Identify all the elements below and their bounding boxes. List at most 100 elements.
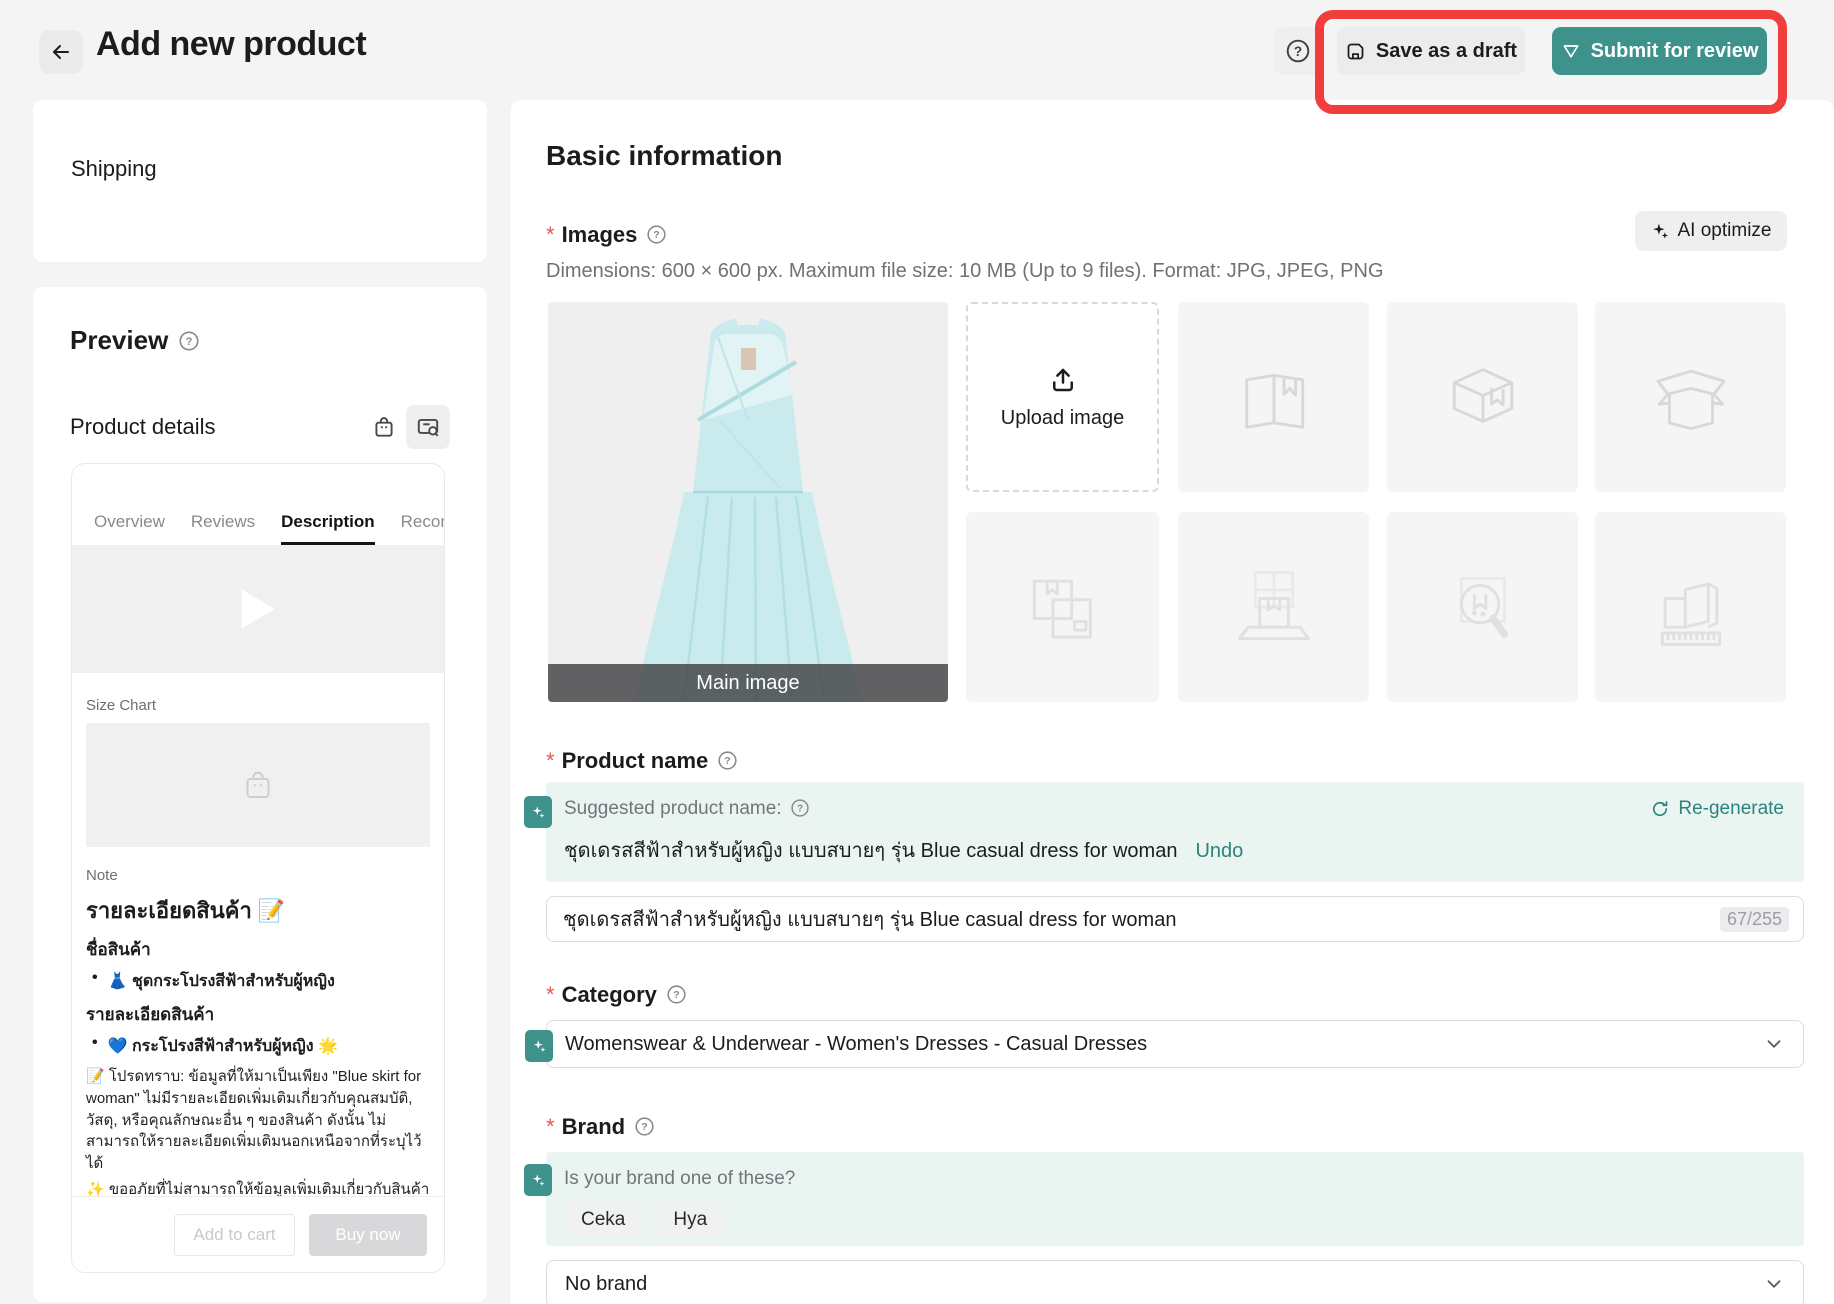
product-name-input[interactable]: ชุดเดรสสีฟ้าสำหรับผู้หญิง แบบสบายๆ รุ่น … bbox=[546, 896, 1804, 942]
ai-sparkle-badge bbox=[524, 796, 552, 828]
shipping-card: Shipping bbox=[33, 100, 487, 262]
size-chart-placeholder bbox=[86, 723, 430, 847]
suggested-name-panel: Suggested product name: ? Re-generate ชุ… bbox=[546, 782, 1804, 882]
submit-for-review-button[interactable]: Submit for review bbox=[1552, 27, 1767, 75]
help-circle-icon[interactable]: ? bbox=[717, 750, 739, 772]
undo-link[interactable]: Undo bbox=[1195, 840, 1243, 863]
details-preview-button[interactable] bbox=[406, 405, 450, 449]
shopping-bag-icon bbox=[240, 767, 276, 803]
note-subheading: ชื่อสินค้า bbox=[86, 936, 430, 963]
card-magnifier-icon bbox=[415, 414, 441, 440]
svg-text:?: ? bbox=[673, 989, 679, 1001]
image-slot-placeholder[interactable] bbox=[1595, 302, 1786, 492]
brand-field-label: * Brand ? bbox=[546, 1114, 656, 1140]
upload-image-tile[interactable]: Upload image bbox=[966, 302, 1159, 492]
svg-text:?: ? bbox=[641, 1121, 647, 1133]
image-slot-placeholder[interactable] bbox=[1387, 512, 1578, 702]
product-preview-phone: Overview Reviews Description Recommen Si… bbox=[71, 463, 445, 1273]
svg-text:?: ? bbox=[797, 804, 803, 815]
chevron-down-icon bbox=[1763, 1033, 1785, 1055]
help-circle-icon[interactable]: ? bbox=[666, 984, 688, 1006]
section-title: Basic information bbox=[546, 140, 782, 172]
box-magnifier-icon bbox=[1437, 561, 1529, 653]
page-title: Add new product bbox=[96, 25, 366, 64]
buy-now-button[interactable]: Buy now bbox=[309, 1214, 427, 1256]
svg-text:?: ? bbox=[654, 229, 660, 241]
preview-footer: Add to cart Buy now bbox=[72, 1196, 444, 1272]
preview-card: Preview ? Product details Overview Revie… bbox=[33, 287, 487, 1302]
suggested-name-value: ชุดเดรสสีฟ้าสำหรับผู้หญิง แบบสบายๆ รุ่น … bbox=[564, 834, 1177, 866]
ai-sparkle-badge bbox=[524, 1164, 552, 1196]
tab-reviews[interactable]: Reviews bbox=[191, 512, 255, 545]
note-subheading: รายละเอียดสินค้า bbox=[86, 1001, 430, 1028]
tab-overview[interactable]: Overview bbox=[94, 512, 165, 545]
char-counter: 67/255 bbox=[1720, 907, 1789, 932]
chevron-down-icon bbox=[1763, 1273, 1785, 1295]
help-circle-icon[interactable]: ? bbox=[178, 330, 200, 352]
help-circle-icon[interactable]: ? bbox=[646, 224, 668, 246]
svg-text:?: ? bbox=[725, 755, 731, 767]
shipping-section-title: Shipping bbox=[71, 156, 157, 182]
brand-chip[interactable]: Hya bbox=[656, 1202, 724, 1238]
image-slot-placeholder[interactable] bbox=[1178, 512, 1369, 702]
brand-chip[interactable]: Ceka bbox=[564, 1202, 642, 1238]
back-arrow-icon bbox=[49, 40, 73, 64]
product-details-title: Product details bbox=[70, 414, 362, 440]
box-on-stand-icon bbox=[1228, 561, 1320, 653]
bag-preview-button[interactable] bbox=[362, 405, 406, 449]
ai-sparkle-icon bbox=[1651, 222, 1670, 241]
refresh-icon bbox=[1650, 799, 1670, 819]
main-product-image[interactable]: Main image bbox=[548, 302, 948, 702]
svg-text:?: ? bbox=[1294, 44, 1302, 59]
tab-recommend[interactable]: Recommen bbox=[401, 512, 444, 545]
category-select[interactable]: Womenswear & Underwear - Women's Dresses… bbox=[546, 1020, 1804, 1068]
note-paragraph: 📝 โปรดทราบ: ข้อมูลที่ให้มาเป็นเพียง "Blu… bbox=[86, 1066, 430, 1175]
add-to-cart-button[interactable]: Add to cart bbox=[174, 1214, 295, 1256]
box-open-icon bbox=[1645, 351, 1737, 443]
brand-question: Is your brand one of these? bbox=[546, 1152, 1804, 1190]
size-chart-label: Size Chart bbox=[86, 697, 430, 714]
image-slot-placeholder[interactable] bbox=[1178, 302, 1369, 492]
blue-dress-image bbox=[548, 302, 948, 702]
preview-video-player[interactable] bbox=[72, 545, 444, 673]
back-button[interactable] bbox=[39, 30, 83, 74]
upload-icon bbox=[1048, 365, 1078, 395]
brand-select[interactable]: No brand bbox=[546, 1260, 1804, 1304]
help-circle-icon[interactable]: ? bbox=[790, 798, 812, 820]
help-circle-icon[interactable]: ? bbox=[634, 1116, 656, 1138]
brand-suggestion-panel: Is your brand one of these? Ceka Hya bbox=[546, 1152, 1804, 1246]
svg-text:?: ? bbox=[186, 335, 193, 347]
boxes-ruler-icon bbox=[1645, 561, 1737, 653]
note-label: Note bbox=[86, 867, 430, 884]
tab-description[interactable]: Description bbox=[281, 512, 375, 545]
nabla-submit-icon bbox=[1561, 41, 1581, 61]
ai-optimize-button[interactable]: AI optimize bbox=[1635, 211, 1787, 251]
image-slot-placeholder[interactable] bbox=[1595, 512, 1786, 702]
help-button[interactable]: ? bbox=[1274, 27, 1322, 75]
regenerate-button[interactable]: Re-generate bbox=[1650, 798, 1784, 820]
note-bullet-item: • 💙 กระโปรงสีฟ้าสำหรับผู้หญิง 🌟 bbox=[86, 1034, 430, 1059]
box-3d-icon bbox=[1437, 351, 1529, 443]
upload-image-label: Upload image bbox=[1001, 407, 1124, 430]
images-field-label: * Images ? bbox=[546, 222, 668, 248]
packages-icon bbox=[1017, 561, 1109, 653]
category-field-label: * Category ? bbox=[546, 982, 688, 1008]
play-icon bbox=[238, 587, 278, 631]
brand-value: No brand bbox=[565, 1273, 1763, 1296]
box-front-icon bbox=[1228, 351, 1320, 443]
save-as-draft-button[interactable]: Save as a draft bbox=[1337, 27, 1525, 75]
note-heading: รายละเอียดสินค้า 📝 bbox=[86, 893, 430, 928]
note-bullet-item: • 👗 ชุดกระโปรงสีฟ้าสำหรับผู้หญิง bbox=[86, 969, 430, 994]
product-name-field-label: * Product name ? bbox=[546, 748, 739, 774]
image-dimensions-note: Dimensions: 600 × 600 px. Maximum file s… bbox=[546, 260, 1384, 283]
ai-sparkle-badge bbox=[525, 1030, 553, 1062]
preview-tabs: Overview Reviews Description Recommen bbox=[72, 464, 444, 545]
main-image-badge: Main image bbox=[548, 664, 948, 702]
image-slot-placeholder[interactable] bbox=[1387, 302, 1578, 492]
basic-information-card: Basic information * Images ? AI optimize… bbox=[511, 100, 1834, 1304]
category-value: Womenswear & Underwear - Women's Dresses… bbox=[565, 1033, 1763, 1056]
shopping-bag-icon bbox=[371, 414, 397, 440]
image-slot-placeholder[interactable] bbox=[966, 512, 1159, 702]
preview-title: Preview bbox=[70, 325, 168, 356]
suggested-name-label: Suggested product name: ? bbox=[564, 798, 1650, 820]
